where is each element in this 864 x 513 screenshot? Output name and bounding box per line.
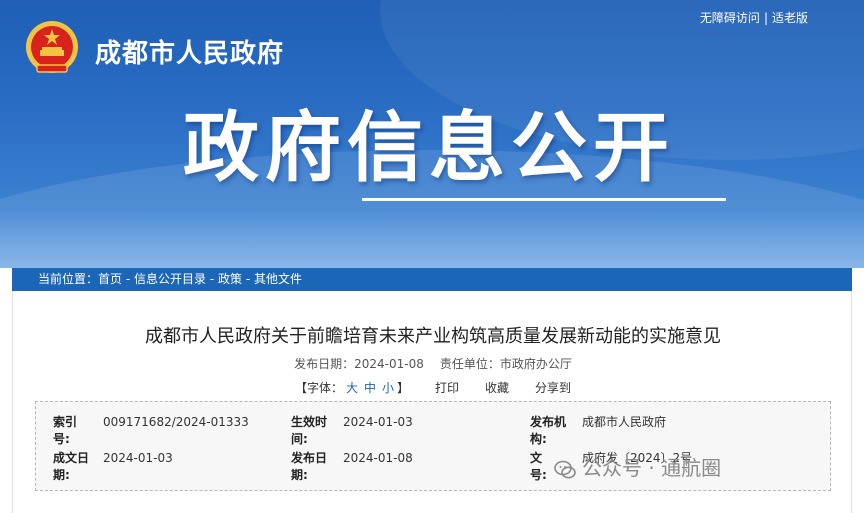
document-meta: 发布日期：2024-01-08 责任单位：市政府办公厅 xyxy=(13,355,853,372)
breadcrumb-catalog[interactable]: 信息公开目录 xyxy=(134,272,206,286)
wechat-icon xyxy=(554,460,576,478)
owner-label: 责任单位： xyxy=(439,357,500,371)
breadcrumb-policy[interactable]: 政策 xyxy=(218,272,242,286)
publish-date-label: 发布日期： xyxy=(294,357,355,371)
effective-date-value: 2024-01-03 xyxy=(343,415,413,429)
issuer-label: 发布机 构: xyxy=(530,415,567,446)
breadcrumb-other-docs[interactable]: 其他文件 xyxy=(254,272,302,286)
font-size-close: 】 xyxy=(397,381,410,395)
breadcrumb-sep: - xyxy=(242,272,254,286)
breadcrumb-sep: - xyxy=(206,272,218,286)
breadcrumb-sep: - xyxy=(122,272,134,286)
title-underline xyxy=(362,198,726,201)
font-size-medium[interactable]: 中 xyxy=(364,381,376,395)
font-size-large[interactable]: 大 xyxy=(346,381,358,395)
effective-date-label: 生效时 间: xyxy=(291,415,328,446)
font-size-label: 【字体： xyxy=(294,381,343,395)
link-separator: | xyxy=(763,11,768,25)
index-label: 索引 号: xyxy=(53,415,78,446)
print-button[interactable]: 打印 xyxy=(435,381,459,395)
article-toolbar: 【字体：大中小】 打印 收藏 分享到 xyxy=(13,379,853,396)
national-emblem-icon[interactable] xyxy=(25,20,79,78)
wechat-watermark: 公众号 · 通航圈 xyxy=(554,452,721,481)
favorite-button[interactable]: 收藏 xyxy=(485,381,509,395)
accessibility-link[interactable]: 无障碍访问 xyxy=(700,11,760,25)
watermark-text: 公众号 · 通航圈 xyxy=(582,456,722,480)
publish-date-value: 2024-01-08 xyxy=(354,357,424,371)
issuer-value: 成都市人民政府 xyxy=(582,415,667,429)
breadcrumb-prefix: 当前位置： xyxy=(38,272,99,286)
top-links: 无障碍访问 | 适老版 xyxy=(700,9,808,26)
breadcrumb-home[interactable]: 首页 xyxy=(98,272,122,286)
site-name[interactable]: 成都市人民政府 xyxy=(95,33,284,70)
share-button[interactable]: 分享到 xyxy=(535,381,571,395)
written-date-value: 2024-01-03 xyxy=(103,451,173,465)
article-panel: 成都市人民政府关于前瞻培育未来产业构筑高质量发展新动能的实施意见 发布日期：20… xyxy=(12,291,852,513)
index-value: 009171682/2024-01333 xyxy=(103,415,249,429)
breadcrumb: 当前位置：首页 - 信息公开目录 - 政策 - 其他文件 xyxy=(12,268,852,291)
owner-value: 市政府办公厅 xyxy=(499,357,572,371)
written-date-label: 成文日 期: xyxy=(53,451,90,482)
document-title: 成都市人民政府关于前瞻培育未来产业构筑高质量发展新动能的实施意见 xyxy=(145,326,721,347)
section-title: 政府信息公开 xyxy=(183,103,675,192)
font-size-small[interactable]: 小 xyxy=(382,381,394,395)
banner-cloud-band xyxy=(0,210,864,268)
pub-date-value: 2024-01-08 xyxy=(343,451,413,465)
pub-date-label: 发布日 期: xyxy=(291,451,328,482)
elderly-mode-link[interactable]: 适老版 xyxy=(772,11,808,25)
header-banner: 成都市人民政府 无障碍访问 | 适老版 政府信息公开 xyxy=(0,0,864,268)
